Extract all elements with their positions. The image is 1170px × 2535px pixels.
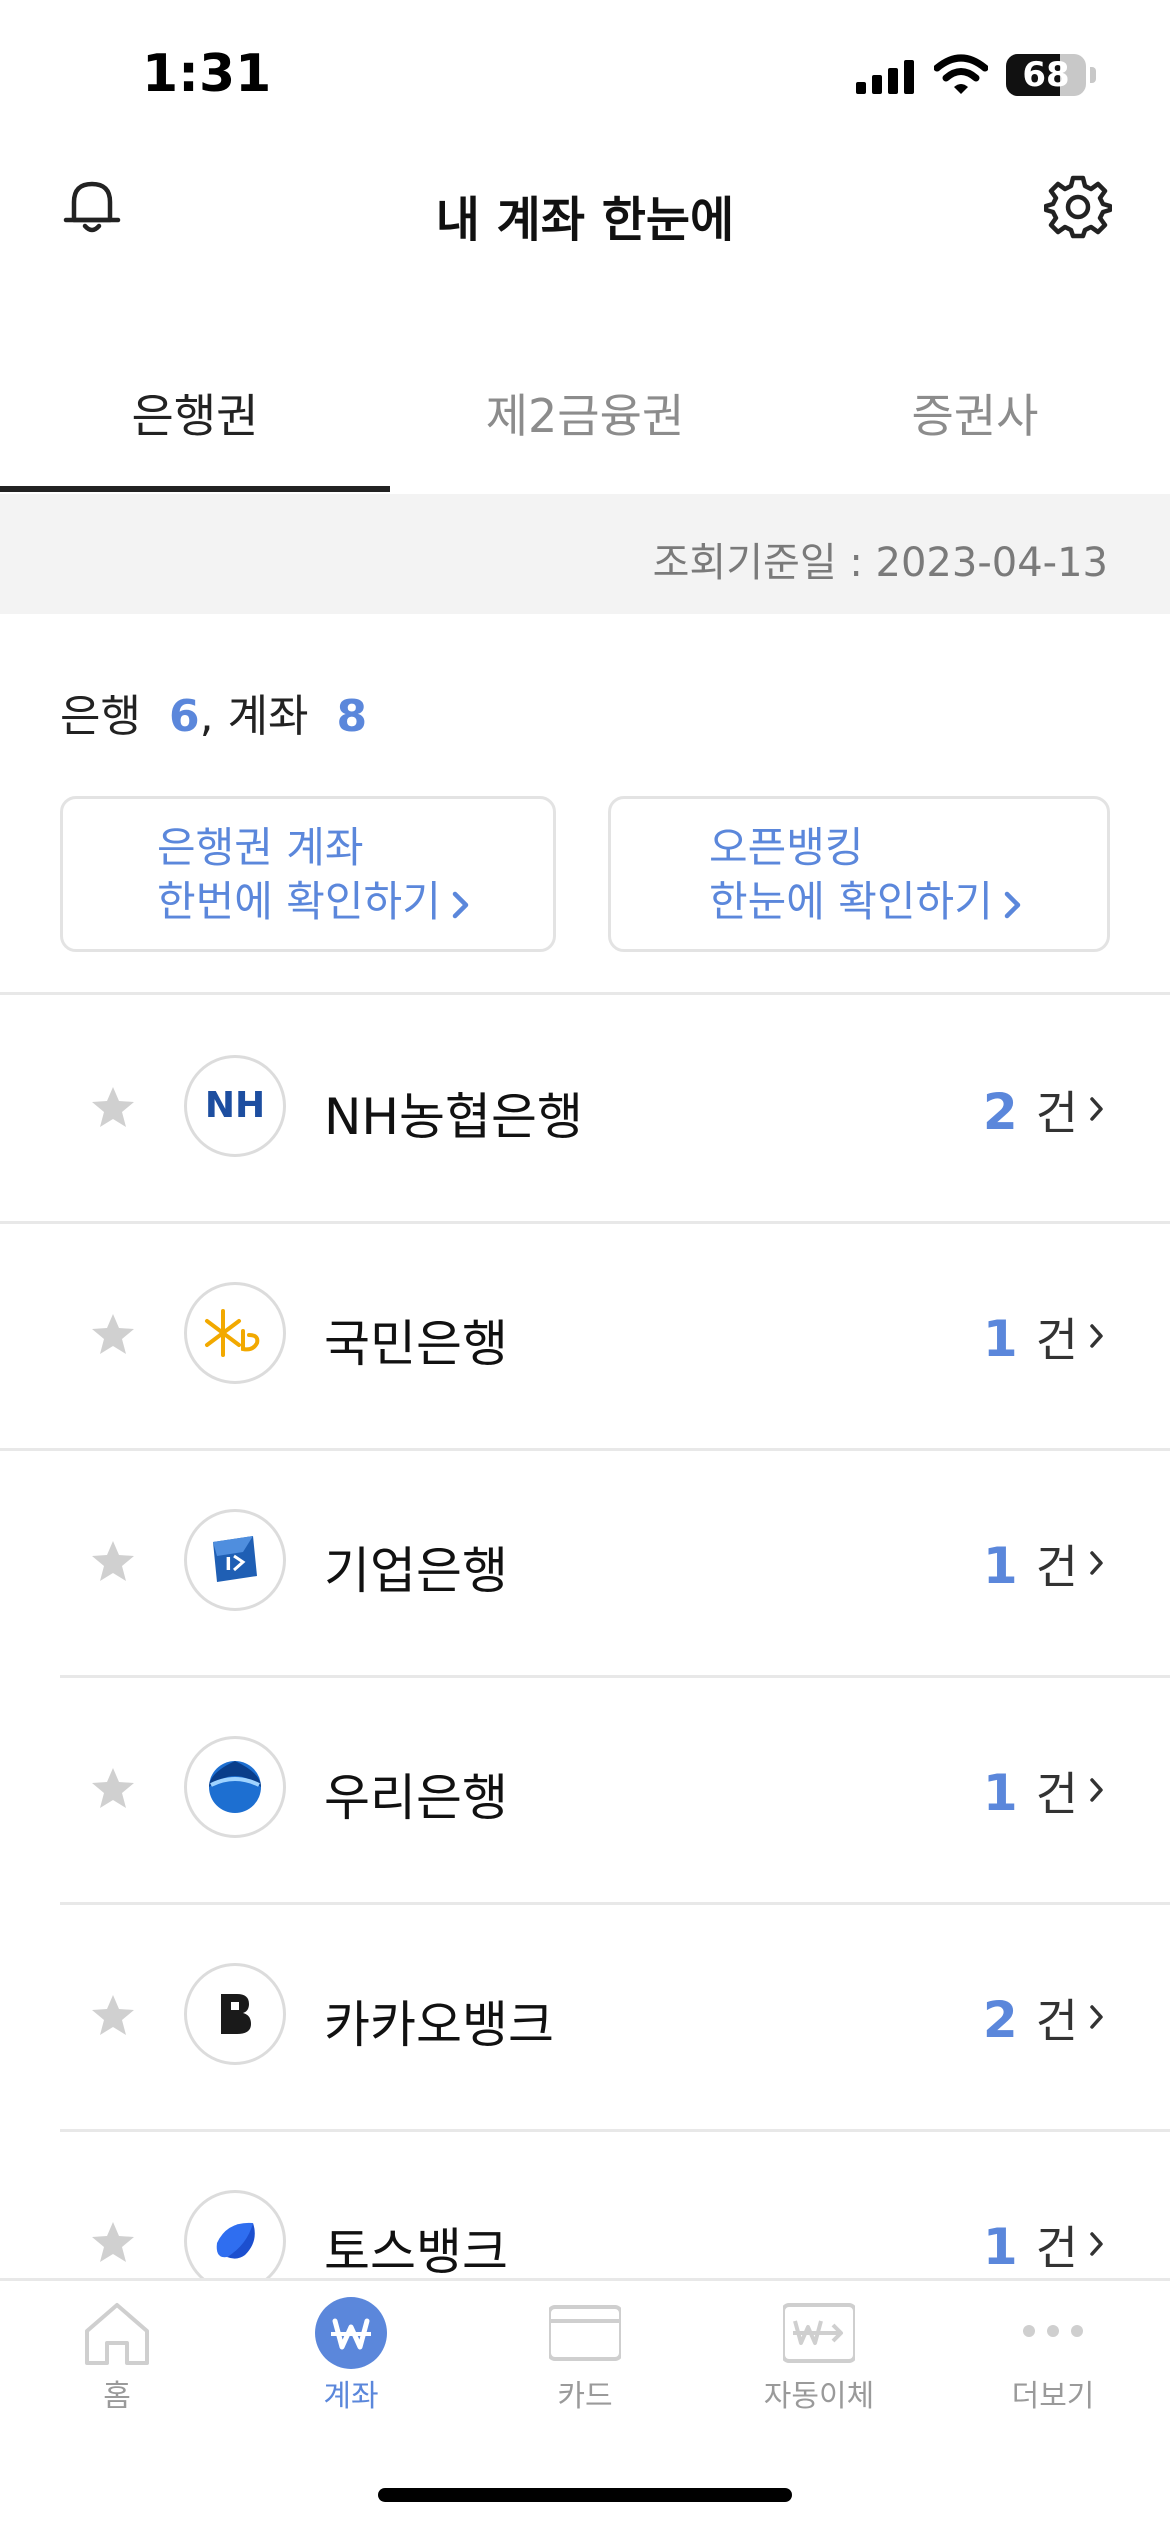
battery-level: 68 bbox=[1022, 55, 1070, 95]
tabbar-label: 자동이체 bbox=[763, 2379, 875, 2414]
account-count: 8 bbox=[336, 691, 368, 742]
bank-name: 기업은행 bbox=[324, 1542, 508, 1600]
status-bar: 1:31 68 bbox=[0, 0, 1170, 150]
open-banking-check-button[interactable]: 오픈뱅킹 한눈에 확인하기 bbox=[608, 796, 1110, 952]
tab-banks[interactable]: 은행권 bbox=[0, 380, 390, 446]
bank-row-ibk[interactable]: I 기업은행 1건 bbox=[0, 1449, 1170, 1675]
kakaobank-logo bbox=[184, 1963, 286, 2065]
home-icon bbox=[85, 2303, 149, 2365]
count-number: 1 bbox=[982, 1537, 1018, 1595]
cta-line1: 오픈뱅킹 bbox=[709, 823, 864, 872]
count-unit: 건 bbox=[1035, 1994, 1078, 2048]
status-time: 1:31 bbox=[142, 44, 272, 104]
svg-text:I: I bbox=[225, 1554, 232, 1575]
tabbar-label: 카드 bbox=[557, 2379, 613, 2414]
institution-tabs: 은행권 제2금융권 증권사 bbox=[0, 340, 1170, 497]
bank-row-kakaobank[interactable]: 카카오뱅크 2건 bbox=[0, 1903, 1170, 2129]
page-title: 내 계좌 한눈에 bbox=[435, 192, 735, 248]
summary-separator: , bbox=[199, 691, 228, 742]
bank-row-nh[interactable]: NH NH농협은행 2건 bbox=[0, 995, 1170, 1221]
date-bar: 조회기준일 : 2023-04-13 bbox=[0, 494, 1170, 614]
bank-accounts-check-button[interactable]: 은행권 계좌 한번에 확인하기 bbox=[60, 796, 556, 952]
battery-cap bbox=[1090, 67, 1096, 83]
count-unit: 건 bbox=[1035, 1086, 1078, 1140]
nh-logo: NH bbox=[184, 1055, 286, 1157]
wifi-icon bbox=[934, 54, 988, 94]
ibk-logo: I bbox=[184, 1509, 286, 1611]
tab-secondary-finance[interactable]: 제2금융권 bbox=[390, 380, 780, 446]
home-indicator bbox=[378, 2488, 792, 2502]
tabbar-item-card[interactable]: 카드 bbox=[468, 2281, 702, 2461]
bank-label: 은행 bbox=[60, 691, 141, 742]
count-number: 2 bbox=[982, 1991, 1018, 2049]
account-count: 1건 bbox=[983, 1758, 1078, 1824]
chevron-right-icon bbox=[1090, 1551, 1103, 1575]
nh-logo-text: NH bbox=[204, 1085, 266, 1126]
count-unit: 건 bbox=[1035, 1313, 1078, 1367]
gear-icon[interactable] bbox=[1044, 172, 1112, 240]
chevron-right-icon bbox=[452, 891, 469, 918]
chevron-right-icon bbox=[1090, 1324, 1103, 1348]
account-count: 1건 bbox=[983, 2212, 1078, 2278]
auto-transfer-icon bbox=[783, 2303, 855, 2363]
account-count: 1건 bbox=[983, 1304, 1078, 1370]
account-count: 1건 bbox=[983, 1531, 1078, 1597]
count-unit: 건 bbox=[1035, 2221, 1078, 2275]
tossbank-logo bbox=[184, 2190, 286, 2292]
cta-line2: 한눈에 확인하기 bbox=[709, 877, 993, 926]
bank-name: 카카오뱅크 bbox=[324, 1996, 554, 2054]
bank-name: 국민은행 bbox=[324, 1315, 508, 1373]
kb-logo bbox=[184, 1282, 286, 1384]
count-number: 1 bbox=[982, 1310, 1018, 1368]
bank-name: 우리은행 bbox=[324, 1769, 508, 1827]
tabbar-label: 더보기 bbox=[1011, 2379, 1095, 2414]
tab-securities[interactable]: 증권사 bbox=[780, 380, 1170, 446]
star-icon[interactable] bbox=[90, 1539, 136, 1583]
woori-logo bbox=[184, 1736, 286, 1838]
won-icon bbox=[315, 2297, 387, 2369]
nav-header: 내 계좌 한눈에 bbox=[0, 150, 1170, 270]
tabbar-item-accounts[interactable]: 계좌 bbox=[234, 2281, 468, 2461]
bank-count: 6 bbox=[168, 691, 200, 742]
account-label: 계좌 bbox=[227, 691, 309, 742]
card-icon bbox=[549, 2305, 621, 2361]
tabbar-item-home[interactable]: 홈 bbox=[0, 2281, 234, 2461]
star-icon[interactable] bbox=[90, 2220, 136, 2264]
cellular-signal-icon bbox=[856, 60, 914, 94]
battery-icon: 68 bbox=[1006, 54, 1086, 96]
chevron-right-icon bbox=[1090, 2232, 1103, 2256]
chevron-right-icon bbox=[1004, 891, 1021, 918]
star-icon[interactable] bbox=[90, 1766, 136, 1810]
bank-row-woori[interactable]: 우리은행 1건 bbox=[0, 1676, 1170, 1902]
star-icon[interactable] bbox=[90, 1993, 136, 2037]
count-unit: 건 bbox=[1035, 1767, 1078, 1821]
count-number: 1 bbox=[982, 2218, 1018, 2276]
summary-line: 은행 6, 계좌 8 bbox=[60, 680, 367, 744]
account-count: 2건 bbox=[983, 1077, 1078, 1143]
bank-row-kb[interactable]: 국민은행 1건 bbox=[0, 1222, 1170, 1448]
count-unit: 건 bbox=[1035, 1540, 1078, 1594]
tabbar-label: 계좌 bbox=[323, 2379, 379, 2414]
account-count: 2건 bbox=[983, 1985, 1078, 2051]
more-icon bbox=[1023, 2325, 1083, 2337]
active-tab-indicator bbox=[0, 486, 390, 492]
cta-line1: 은행권 계좌 bbox=[157, 823, 364, 872]
star-icon[interactable] bbox=[90, 1312, 136, 1356]
tabbar-label: 홈 bbox=[103, 2379, 131, 2414]
chevron-right-icon bbox=[1090, 1778, 1103, 1802]
tabbar-item-auto-transfer[interactable]: 자동이체 bbox=[702, 2281, 936, 2461]
bank-name: NH농협은행 bbox=[324, 1088, 583, 1146]
chevron-right-icon bbox=[1090, 2005, 1103, 2029]
cta-line2: 한번에 확인하기 bbox=[157, 877, 441, 926]
count-number: 2 bbox=[982, 1083, 1018, 1141]
tabbar-item-more[interactable]: 더보기 bbox=[936, 2281, 1170, 2461]
count-number: 1 bbox=[982, 1764, 1018, 1822]
chevron-right-icon bbox=[1090, 1097, 1103, 1121]
bank-name: 토스뱅크 bbox=[324, 2223, 508, 2281]
star-icon[interactable] bbox=[90, 1085, 136, 1129]
query-date: 조회기준일 : 2023-04-13 bbox=[652, 540, 1108, 586]
